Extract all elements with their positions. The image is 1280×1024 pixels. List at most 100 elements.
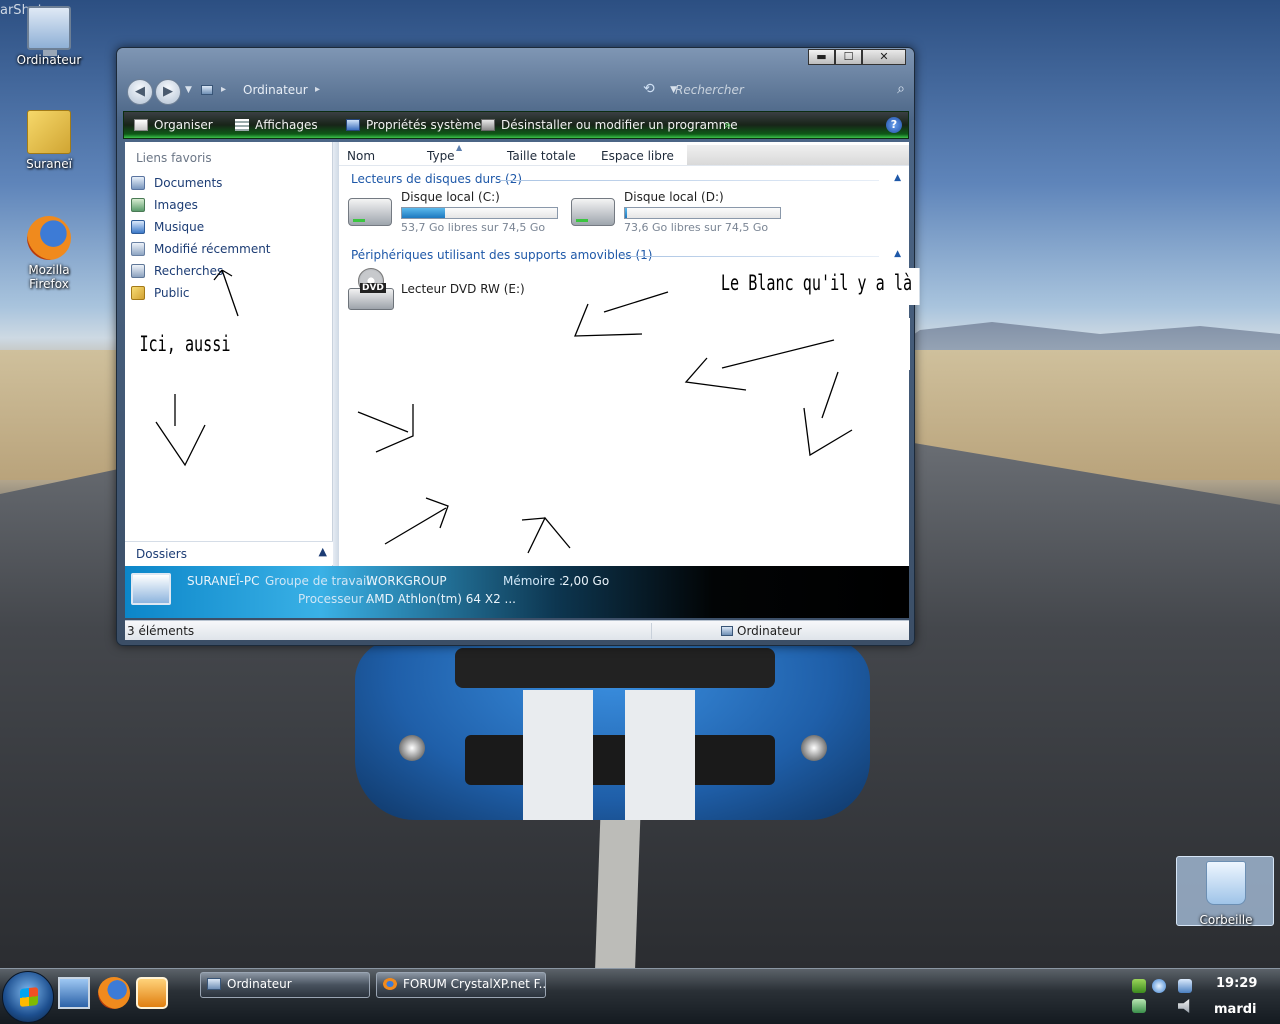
images-icon [131, 198, 145, 212]
search-icon[interactable]: ⌕ [897, 81, 905, 97]
desktop-icon-computer[interactable]: Ordinateur [9, 6, 89, 67]
firefox-icon [383, 978, 397, 990]
volume-icon[interactable] [1178, 999, 1190, 1013]
breadcrumb-arrow-icon[interactable]: ▸ [221, 84, 226, 95]
maximize-button[interactable]: ☐ [835, 49, 862, 65]
column-header-name[interactable]: Nom [347, 149, 375, 163]
sidebar-item-public[interactable]: Public [131, 286, 190, 306]
sidebar-item-documents[interactable]: Documents [131, 176, 222, 196]
organize-label: Organiser [154, 118, 213, 132]
close-button[interactable]: ✕ [862, 49, 906, 65]
drive-d[interactable]: Disque local (D:) 73,6 Go libres sur 74,… [571, 190, 781, 236]
wallpaper-car [355, 640, 870, 820]
recent-pages-dropdown[interactable]: ▼ [185, 85, 192, 95]
address-bar[interactable]: ▸ Ordinateur ▸ ▼ [197, 80, 677, 102]
tray-security-icon[interactable] [1132, 979, 1146, 993]
drive-free-space: 73,6 Go libres sur 74,5 Go [624, 221, 769, 234]
refresh-icon[interactable]: ⟲ [643, 81, 655, 97]
taskbar: Ordinateur FORUM CrystalXP.net F... 19:2… [0, 968, 1280, 1024]
group-divider [624, 256, 879, 257]
drive-c[interactable]: Disque local (C:) 53,7 Go libres sur 74,… [348, 190, 558, 236]
tray-sync-icon[interactable] [1152, 979, 1166, 993]
favorite-links-heading: Liens favoris [136, 151, 212, 165]
car-fog-light [399, 735, 425, 761]
drive-dvd[interactable]: DVD Lecteur DVD RW (E:) [348, 268, 558, 314]
organize-button[interactable]: Organiser [134, 118, 213, 132]
desktop-icon-recycle-bin[interactable]: Corbeille [1176, 856, 1274, 927]
computer-icon [721, 626, 733, 636]
breadcrumb[interactable]: Ordinateur [243, 83, 308, 97]
taskbar-button-label: Ordinateur [227, 977, 292, 991]
processor-value: AMD Athlon(tm) 64 X2 ... [366, 592, 516, 606]
column-header-total-size[interactable]: Taille totale [507, 149, 576, 163]
computer-icon [207, 978, 221, 990]
computer-icon [201, 85, 213, 95]
annotation-note-left: Ici, aussi [138, 330, 253, 416]
group-hard-drives-title[interactable]: Lecteurs de disques durs (2) [351, 172, 522, 186]
sidebar-item-label: Public [154, 286, 190, 300]
uninstall-program-button[interactable]: Désinstaller ou modifier un programme [481, 118, 738, 132]
sidebar-item-searches[interactable]: Recherches [131, 264, 223, 284]
search-placeholder: Rechercher [675, 83, 744, 97]
more-commands-button[interactable]: » [724, 118, 731, 132]
system-properties-icon [346, 119, 360, 131]
system-tray [1126, 975, 1196, 1019]
status-bar: 3 éléments Ordinateur [125, 620, 909, 640]
column-header-type[interactable]: Type [427, 149, 455, 163]
views-icon [235, 119, 249, 131]
collapse-icon[interactable]: ▲ [894, 173, 901, 183]
show-desktop-icon[interactable] [58, 977, 90, 1009]
wallpaper-road-line [595, 800, 641, 970]
uninstall-label: Désinstaller ou modifier un programme [501, 118, 738, 132]
system-properties-label: Propriétés système [366, 118, 482, 132]
sidebar-item-label: Musique [154, 220, 205, 234]
car-fog-light [801, 735, 827, 761]
drive-usage-fill [625, 208, 627, 218]
forward-button[interactable]: ▶ [155, 79, 181, 105]
sidebar-item-label: Images [154, 198, 198, 212]
sidebar-item-label: Documents [154, 176, 223, 190]
taskbar-button-explorer[interactable]: Ordinateur [200, 972, 370, 998]
searches-icon [131, 264, 145, 278]
details-pane: SURANEÏ-PC Groupe de travail : WORKGROUP… [125, 566, 909, 618]
command-bar: Organiser Affichages Propriétés système … [123, 111, 909, 139]
sidebar-item-music[interactable]: Musique [131, 220, 204, 240]
desktop-icon-firefox[interactable]: Mozilla Firefox [9, 216, 89, 291]
workgroup-value: WORKGROUP [366, 574, 447, 588]
sidebar-item-recent[interactable]: Modifié récemment [131, 242, 271, 262]
start-button[interactable] [2, 971, 54, 1023]
status-location: Ordinateur [737, 624, 802, 638]
item-count: 3 éléments [127, 624, 195, 638]
taskbar-button-firefox[interactable]: FORUM CrystalXP.net F... [376, 972, 546, 998]
column-header-free-space[interactable]: Espace libre [601, 149, 674, 163]
views-button[interactable]: Affichages [235, 118, 318, 132]
clock-time[interactable]: 19:29 [1216, 976, 1257, 991]
breadcrumb-arrow-icon[interactable]: ▸ [315, 84, 320, 95]
folders-toggle[interactable]: Dossiers ▲ [125, 541, 333, 565]
column-headers: Nom Type ▲ Taille totale Espace libre [339, 142, 909, 166]
minimize-button[interactable]: ▬ [808, 49, 835, 65]
drive-usage-bar [401, 207, 558, 219]
sidebar-item-images[interactable]: Images [131, 198, 198, 218]
group-removable-title[interactable]: Périphériques utilisant des supports amo… [351, 248, 652, 262]
desktop-icon-user-folder[interactable]: Suraneï [9, 110, 89, 171]
firefox-quicklaunch-icon[interactable] [98, 977, 130, 1009]
annotation-white-patch [864, 318, 910, 370]
car-stripe [625, 690, 695, 820]
network-icon[interactable] [1178, 979, 1192, 993]
media-player-icon[interactable] [136, 977, 168, 1009]
desktop-icon-label: Corbeille [1199, 913, 1253, 927]
system-properties-button[interactable]: Propriétés système [346, 118, 481, 132]
search-input[interactable]: Rechercher ⌕ [669, 80, 909, 102]
clock-day[interactable]: mardi [1214, 1002, 1257, 1017]
help-icon[interactable]: ? [886, 117, 902, 133]
tray-user-icon[interactable] [1132, 999, 1146, 1013]
desktop-icon-label: Mozilla Firefox [28, 263, 70, 291]
back-button[interactable]: ◀ [127, 79, 153, 105]
column-header-filler [687, 145, 909, 165]
car-stripe [523, 690, 593, 820]
drive-free-space: 53,7 Go libres sur 74,5 Go [401, 221, 546, 234]
drive-name: Disque local (D:) [624, 190, 724, 204]
folders-label: Dossiers [136, 547, 187, 561]
collapse-icon[interactable]: ▲ [894, 249, 901, 259]
